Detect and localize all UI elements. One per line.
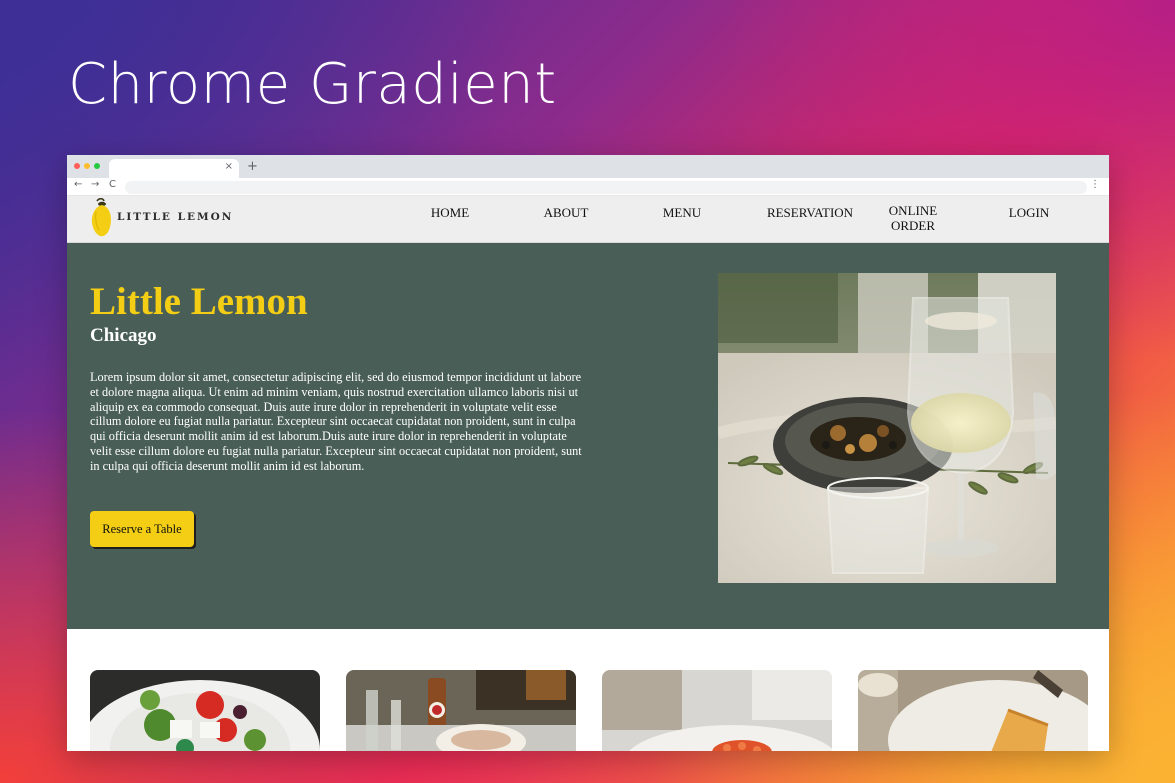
hero-food-image	[718, 273, 1056, 583]
browser-toolbar: ← → C ⋮	[67, 178, 1109, 196]
tab-close-icon[interactable]: ×	[225, 161, 233, 172]
hero-subtitle: Chicago	[90, 325, 157, 346]
address-bar[interactable]	[125, 181, 1087, 194]
card-image-bruschetta[interactable]	[346, 670, 576, 751]
lemon-logo-icon[interactable]	[89, 198, 115, 238]
hero-title: Little Lemon	[90, 280, 308, 323]
card-image-salad[interactable]	[90, 670, 320, 751]
new-tab-icon[interactable]: +	[247, 159, 258, 174]
logo-text[interactable]: LITTLE LEMON	[117, 211, 233, 223]
forward-arrow-icon[interactable]: →	[91, 179, 99, 190]
tab-strip: × +	[67, 155, 1109, 178]
maximize-window-dot[interactable]	[94, 163, 100, 169]
hero-description: Lorem ipsum dolor sit amet, consectetur …	[90, 370, 582, 473]
nav-home[interactable]: HOME	[430, 205, 470, 220]
browser-tab[interactable]: ×	[109, 159, 239, 178]
nav-reservation[interactable]: RESERVATION	[764, 205, 856, 220]
reload-icon[interactable]: C	[109, 179, 116, 190]
nav-login[interactable]: LOGIN	[1005, 205, 1053, 220]
nav-online-order-line1: ONLINE	[888, 203, 938, 218]
card-image-pasta[interactable]	[858, 670, 1088, 751]
site-nav: LITTLE LEMON HOME ABOUT MENU RESERVATION…	[67, 196, 1109, 243]
nav-online-order-line2: ORDER	[890, 218, 936, 233]
nav-menu[interactable]: MENU	[659, 205, 705, 220]
specials-section	[67, 629, 1109, 751]
close-window-dot[interactable]	[74, 163, 80, 169]
card-image-lemon-dessert[interactable]	[602, 670, 832, 751]
nav-online-order[interactable]: ONLINE ORDER	[882, 203, 944, 233]
browser-menu-icon[interactable]: ⋮	[1090, 179, 1100, 190]
browser-window: × + ← → C ⋮ LITTLE LEMON HOME ABOUT MENU…	[67, 155, 1109, 751]
hero-section: Little Lemon Chicago Lorem ipsum dolor s…	[67, 243, 1109, 629]
minimize-window-dot[interactable]	[84, 163, 90, 169]
nav-about[interactable]: ABOUT	[541, 205, 591, 220]
reserve-table-button[interactable]: Reserve a Table	[90, 511, 194, 547]
showcase-title: Chrome Gradient	[68, 52, 557, 117]
back-arrow-icon[interactable]: ←	[74, 179, 82, 190]
